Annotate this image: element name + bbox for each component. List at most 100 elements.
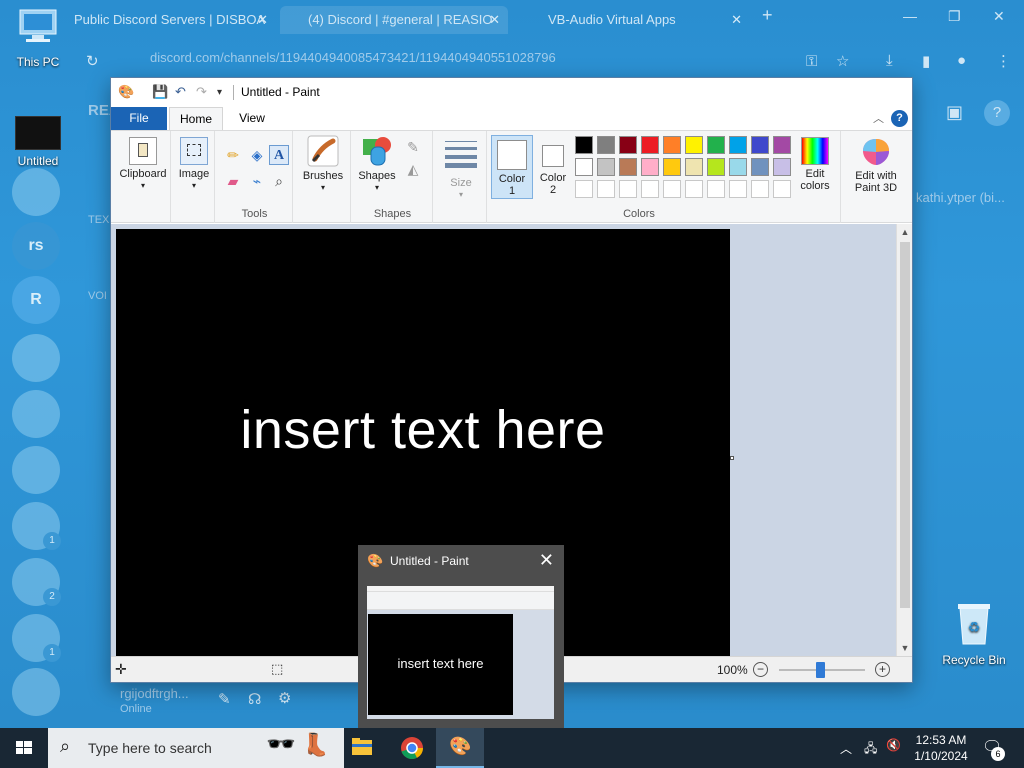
browser-tab-discord[interactable]: (4) Discord | #general | REASIO ✕ [280,6,508,34]
palette-color-swatch[interactable] [575,158,593,176]
close-icon[interactable]: ✕ [993,8,1005,25]
address-bar[interactable]: discord.com/channels/1194404940085473421… [150,50,556,65]
palette-color-swatch[interactable] [751,136,769,154]
palette-color-swatch[interactable] [773,158,791,176]
pencil-icon[interactable]: ✏ [223,145,243,165]
palette-color-swatch[interactable] [729,158,747,176]
color-picker-icon[interactable]: ⌁ [247,171,267,191]
close-icon[interactable]: ✕ [489,6,500,34]
palette-color-swatch[interactable] [619,136,637,154]
brushes-button[interactable]: Brushes ▾ [298,135,348,194]
custom-color-slot[interactable] [619,180,637,198]
custom-color-slot[interactable] [707,180,725,198]
size-button[interactable]: Size ▾ [439,139,483,201]
mute-mic-icon[interactable]: ✎ [218,690,231,708]
scroll-up-icon[interactable]: ▲ [897,224,913,240]
palette-color-swatch[interactable] [707,158,725,176]
chevron-up-icon[interactable]: ︿ [840,740,852,757]
scrollbar-thumb[interactable] [900,242,910,608]
palette-color-swatch[interactable] [751,158,769,176]
desktop-icon-recycle-bin[interactable]: ♻ Recycle Bin [936,602,1012,667]
clipboard-button[interactable]: Clipboard ▾ [117,135,169,192]
palette-color-swatch[interactable] [641,136,659,154]
restore-icon[interactable]: ❐ [948,8,961,25]
browser-tab-disboard[interactable]: Public Discord Servers | DISBOA ✕ [66,6,276,34]
image-button[interactable]: Image ▾ [175,135,213,192]
shapes-button[interactable]: Shapes ▾ [355,135,399,194]
custom-color-slot[interactable] [663,180,681,198]
color-1-button[interactable]: Color 1 [491,135,533,199]
custom-color-slot[interactable] [773,180,791,198]
custom-color-slot[interactable] [685,180,703,198]
tab-view[interactable]: View [229,107,275,130]
close-icon[interactable]: ✕ [257,6,268,34]
file-explorer-taskbar-button[interactable] [338,728,386,768]
eraser-icon[interactable]: ▰ [223,171,243,191]
custom-color-slot[interactable] [575,180,593,198]
minimize-ribbon-icon[interactable]: ︿ [873,110,884,126]
zoom-in-button[interactable]: + [875,662,890,677]
server-icon-rs[interactable]: rs [12,222,60,270]
vertical-scrollbar[interactable]: ▲ ▼ [896,224,912,656]
undo-icon[interactable]: ↶ [175,84,186,100]
customize-qat-icon[interactable]: ▾ [217,87,222,98]
edit-with-paint3d-button[interactable]: Edit with Paint 3D [845,137,907,194]
color-2-button[interactable]: Color 2 [536,135,570,199]
key-icon[interactable]: ⚿ [806,53,817,70]
save-icon[interactable]: 💾 [152,84,168,100]
fill-icon[interactable]: ◭ [403,159,423,179]
palette-color-swatch[interactable] [597,136,615,154]
server-icon[interactable] [12,334,60,382]
new-tab-button[interactable]: + [762,5,773,26]
paint-taskbar-button[interactable]: 🎨 [436,728,484,768]
search-box[interactable]: ⌕ Type here to search 🕶️ 👢 [48,728,344,768]
browser-tab-vbaudio[interactable]: VB-Audio Virtual Apps ✕ [520,6,750,34]
server-icon[interactable] [12,168,60,216]
custom-color-slot[interactable] [597,180,615,198]
text-tool-icon[interactable]: A [269,145,289,165]
help-icon[interactable]: ? [984,100,1010,126]
tab-home[interactable]: Home [169,107,223,130]
server-icon-r[interactable]: R [12,276,60,324]
paint-app-icon[interactable]: 🎨 [118,84,134,100]
zoom-out-button[interactable]: − [753,662,768,677]
palette-color-swatch[interactable] [663,158,681,176]
inbox-icon[interactable]: ▣ [946,102,963,123]
close-icon[interactable]: ✕ [731,6,742,34]
clock[interactable]: 12:53 AM 1/10/2024 [910,732,972,764]
palette-color-swatch[interactable] [685,158,703,176]
help-button[interactable]: ? [891,110,908,127]
bookmark-star-icon[interactable]: ☆ [836,52,849,70]
magnifier-icon[interactable]: ⌕ [269,171,289,191]
palette-color-swatch[interactable] [619,158,637,176]
start-button[interactable] [0,728,48,768]
tab-file[interactable]: File [111,107,167,130]
resize-handle[interactable] [730,456,734,460]
redo-icon[interactable]: ↷ [196,84,207,100]
server-icon[interactable] [12,390,60,438]
chrome-taskbar-button[interactable] [388,728,436,768]
edit-colors-button[interactable]: Edit colors [795,137,835,192]
palette-color-swatch[interactable] [663,136,681,154]
notifications-button[interactable]: 🗨 6 [982,737,1005,761]
palette-color-swatch[interactable] [575,136,593,154]
volume-muted-icon[interactable]: 🔇 [886,738,901,752]
download-icon[interactable]: ⤓ [886,52,893,69]
custom-color-slot[interactable] [729,180,747,198]
custom-color-slot[interactable] [641,180,659,198]
server-icon[interactable] [12,668,60,716]
menu-icon[interactable]: ⋮ [996,52,1011,70]
palette-color-swatch[interactable] [641,158,659,176]
network-icon[interactable]: 🖧 [864,739,877,760]
scroll-down-icon[interactable]: ▼ [897,640,913,656]
palette-color-swatch[interactable] [597,158,615,176]
palette-color-swatch[interactable] [707,136,725,154]
custom-color-slot[interactable] [751,180,769,198]
outline-icon[interactable]: ✎ [403,137,423,157]
palette-color-swatch[interactable] [729,136,747,154]
palette-color-swatch[interactable] [773,136,791,154]
headphones-icon[interactable]: ☊ [248,690,261,708]
reload-icon[interactable]: ↻ [86,52,99,70]
desktop-icon-untitled[interactable]: Untitled [0,116,76,168]
server-icon[interactable] [12,446,60,494]
